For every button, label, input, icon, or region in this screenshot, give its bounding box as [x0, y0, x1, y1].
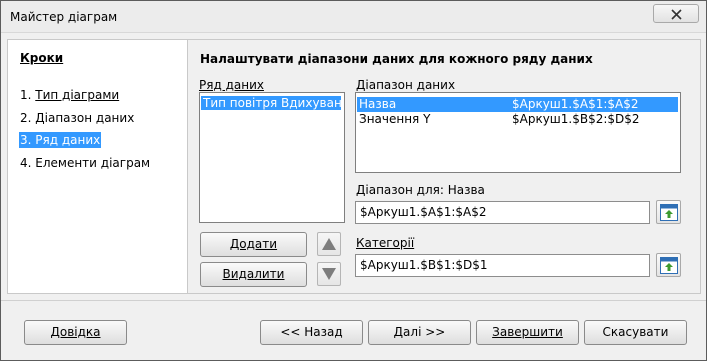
range-for-input[interactable]: $Аркуш1.$A$1:$A$2 — [355, 201, 650, 224]
step-label: Ряд даних — [35, 133, 101, 147]
shrink-range-icon — [660, 257, 678, 274]
step-number: 3. — [20, 133, 36, 147]
step-data-series[interactable]: 3. Ряд даних — [19, 132, 102, 148]
select-categories-range-button[interactable] — [656, 253, 681, 277]
title-bar: Майстер діаграм — [1, 1, 706, 33]
step-number: 4. — [20, 156, 36, 170]
finish-button[interactable]: Завершити — [476, 320, 579, 345]
steps-sidebar: Кроки 1. Тип діаграми 2. Діапазон даних … — [7, 39, 187, 294]
list-item[interactable]: Тип повітря Вдихуване — [201, 96, 341, 110]
step-chart-type[interactable]: 1. Тип діаграми — [20, 87, 119, 103]
select-range-button[interactable] — [656, 200, 681, 224]
data-ranges-label: Діапазон даних — [356, 78, 456, 92]
back-button[interactable]: << Назад — [260, 320, 363, 345]
range-value: $Аркуш1.$A$1:$A$2 — [512, 97, 639, 111]
step-number: 1. — [20, 88, 36, 102]
range-role: Значення Y — [359, 112, 431, 126]
table-row[interactable]: Значення Y $Аркуш1.$B$2:$D$2 — [357, 112, 678, 127]
categories-label: Категорії — [356, 236, 415, 250]
page-heading: Налаштувати діапазони даних для кожного … — [200, 52, 593, 66]
step-number: 2. — [20, 111, 36, 125]
footer-separator — [1, 300, 706, 301]
step-label: Діапазон даних — [35, 111, 135, 125]
step-chart-elements[interactable]: 4. Елементи діаграм — [20, 155, 150, 171]
step-label: Тип діаграми — [35, 88, 120, 102]
table-row[interactable]: Назва $Аркуш1.$A$1:$A$2 — [357, 97, 678, 112]
chart-wizard-dialog: Майстер діаграм Кроки 1. Тип діаграми 2.… — [0, 0, 707, 361]
move-up-button[interactable] — [317, 232, 341, 256]
range-role: Назва — [359, 97, 397, 111]
data-series-page: Налаштувати діапазони даних для кожного … — [187, 39, 701, 294]
arrow-up-icon — [322, 238, 336, 250]
cancel-button[interactable]: Скасувати — [584, 320, 687, 345]
range-value: $Аркуш1.$B$2:$D$2 — [512, 112, 640, 126]
arrow-down-icon — [322, 268, 336, 280]
data-series-label: Ряд даних — [199, 78, 264, 92]
next-button[interactable]: Далі >> — [368, 320, 471, 345]
steps-title: Кроки — [20, 51, 64, 65]
shrink-range-icon — [660, 204, 678, 221]
range-for-label: Діапазон для: Назва — [356, 183, 485, 197]
close-icon — [671, 9, 682, 20]
move-down-button[interactable] — [317, 262, 341, 286]
add-series-button[interactable]: Додати — [200, 232, 307, 257]
remove-series-button[interactable]: Видалити — [200, 262, 307, 287]
data-ranges-table[interactable]: Назва $Аркуш1.$A$1:$A$2 Значення Y $Арку… — [355, 92, 681, 173]
data-series-list[interactable]: Тип повітря Вдихуване — [199, 92, 345, 223]
step-data-range[interactable]: 2. Діапазон даних — [20, 110, 134, 126]
step-label: Елементи діаграм — [35, 156, 151, 170]
categories-input[interactable]: $Аркуш1.$B$1:$D$1 — [355, 254, 650, 277]
help-button[interactable]: Довідка — [24, 320, 127, 345]
close-button[interactable] — [653, 4, 699, 23]
window-title: Майстер діаграм — [10, 10, 118, 24]
